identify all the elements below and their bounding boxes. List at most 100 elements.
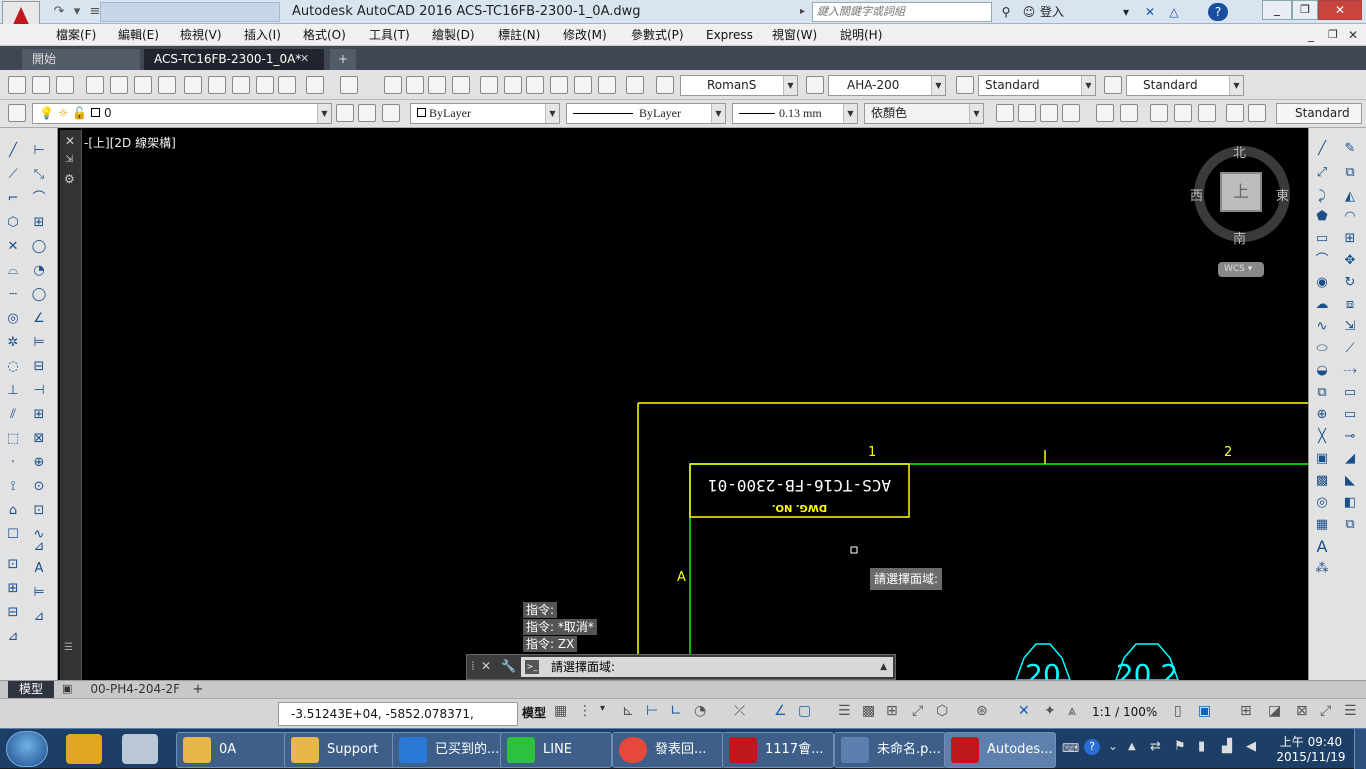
- break-icon[interactable]: ▭: [1341, 406, 1359, 424]
- zoom-window-icon[interactable]: [428, 76, 446, 94]
- menu-format[interactable]: 格式(O): [303, 26, 346, 44]
- trim-icon[interactable]: ⟋: [1341, 340, 1359, 358]
- viewport-settings-icon[interactable]: ⚙: [64, 172, 75, 186]
- tab-model[interactable]: 模型: [8, 681, 54, 698]
- fillet-icon[interactable]: ◣: [1341, 472, 1359, 490]
- circle-icon[interactable]: ◉: [1313, 274, 1331, 292]
- ortho-icon[interactable]: ⊾: [622, 703, 634, 719]
- menu-parametric[interactable]: 參數式(P): [631, 26, 684, 44]
- tray-expand-icon[interactable]: ▲: [1128, 741, 1136, 752]
- make-block-icon[interactable]: ⬚: [4, 430, 22, 448]
- grip-icon[interactable]: ⁞: [471, 659, 475, 673]
- start-button[interactable]: [6, 731, 48, 767]
- layer-states-icon[interactable]: [382, 104, 400, 122]
- layer-previous-icon[interactable]: [358, 104, 376, 122]
- help-icon[interactable]: [626, 76, 644, 94]
- text-style-icon[interactable]: [656, 76, 674, 94]
- viewport-label[interactable]: -[上][2D 線架構]: [84, 134, 176, 151]
- workspace-selector[interactable]: [100, 2, 280, 22]
- isodraft-icon[interactable]: ⤫: [734, 703, 745, 719]
- jogged-dim-icon[interactable]: ◔: [30, 262, 48, 280]
- add-selected-icon[interactable]: ⁂: [1313, 560, 1331, 578]
- linetype-select[interactable]: ByLayer ▼: [566, 103, 726, 124]
- doc-close-button[interactable]: ✕: [1348, 26, 1358, 44]
- taskbar-item[interactable]: 未命名.p...: [834, 732, 946, 768]
- ray-icon[interactable]: ⤢: [1313, 164, 1331, 182]
- dim-edit-icon[interactable]: ⊿: [30, 538, 48, 556]
- mleader-style-select[interactable]: Standard ▼: [1126, 75, 1244, 96]
- close-button[interactable]: ✕: [1318, 0, 1362, 20]
- calculator-icon[interactable]: [598, 76, 616, 94]
- spline-icon[interactable]: ∿: [1313, 318, 1331, 336]
- close-command-icon[interactable]: ✕: [481, 659, 491, 673]
- viewcube-south[interactable]: 南: [1233, 228, 1246, 247]
- join-icon[interactable]: ⊸: [1341, 428, 1359, 446]
- zoom-realtime-icon[interactable]: [406, 76, 424, 94]
- arc-icon[interactable]: ⌓: [4, 262, 22, 280]
- diameter-dim-icon[interactable]: ◯: [30, 286, 48, 304]
- clock-date[interactable]: 2015/11/19: [1274, 750, 1348, 764]
- dim-text-edit-icon[interactable]: A: [30, 560, 48, 578]
- move-icon[interactable]: ✥: [1341, 252, 1359, 270]
- table-style-select[interactable]: Standard ▼: [978, 75, 1096, 96]
- search-expand-icon[interactable]: ▸: [800, 3, 812, 21]
- radius-dim-icon[interactable]: ◯: [30, 238, 48, 256]
- markup-icon[interactable]: [574, 76, 592, 94]
- insert-block-icon[interactable]: ⧉: [1313, 384, 1331, 402]
- clock-time[interactable]: 上午 09:40: [1278, 733, 1344, 750]
- viewcube-west[interactable]: 西: [1190, 185, 1203, 204]
- hatch-edit-icon[interactable]: [1198, 104, 1216, 122]
- offset-icon[interactable]: ◠: [1341, 208, 1359, 226]
- block-editor-icon[interactable]: [278, 76, 296, 94]
- new-tab-button[interactable]: +: [330, 49, 356, 70]
- mtext-icon[interactable]: ⊞: [4, 580, 22, 598]
- device-icon[interactable]: ▮: [1198, 739, 1205, 754]
- arc-icon[interactable]: ⌒: [1313, 252, 1331, 270]
- ellipse-icon[interactable]: ◌: [4, 358, 22, 376]
- object-snap-icon[interactable]: ▢: [798, 703, 811, 719]
- viewport-close-icon[interactable]: ✕: [65, 134, 75, 148]
- array-icon[interactable]: ⊞: [1341, 230, 1359, 248]
- outlook-pinned-icon[interactable]: [66, 734, 102, 764]
- spline-icon[interactable]: ✲: [4, 334, 22, 352]
- ordinate-icon[interactable]: ⊞: [30, 214, 48, 232]
- make-block-icon[interactable]: ⊕: [1313, 406, 1331, 424]
- aligned-dim-icon[interactable]: ⤡: [30, 166, 48, 184]
- 3d-dwf-icon[interactable]: [158, 76, 176, 94]
- match-properties-icon[interactable]: [256, 76, 274, 94]
- mleader-style-icon[interactable]: [1104, 76, 1122, 94]
- coordinates-display[interactable]: -3.51243E+04, -5852.078371, 0.000000: [278, 702, 518, 743]
- copy-icon[interactable]: [208, 76, 226, 94]
- dynamic-input-icon[interactable]: ⊢: [646, 703, 658, 719]
- save-icon[interactable]: [56, 76, 74, 94]
- add-layout-button[interactable]: +: [188, 681, 208, 698]
- exchange-icon[interactable]: ✕: [1140, 3, 1160, 21]
- search-input[interactable]: 鍵入關鍵字或詞組: [812, 2, 992, 22]
- drawing-canvas[interactable]: 1 2 A ACS-TC16-FB-2300-01 DWG. NO. 請選擇面域…: [58, 128, 1308, 680]
- tolerance-icon[interactable]: ⊕: [30, 454, 48, 472]
- viewport-object-icon[interactable]: [1062, 104, 1080, 122]
- viewport-polygon-icon[interactable]: [1040, 104, 1058, 122]
- table-icon[interactable]: ⊡: [4, 556, 22, 574]
- menu-tools[interactable]: 工具(T): [369, 26, 410, 44]
- redo-icon[interactable]: [340, 76, 358, 94]
- volume-icon[interactable]: ◀: [1246, 739, 1256, 754]
- sync-icon[interactable]: ⇄: [1150, 739, 1161, 754]
- signin-button[interactable]: 登入: [1040, 3, 1080, 21]
- annotation-scale[interactable]: 1:1 / 100%: [1092, 705, 1157, 719]
- angular-dim-icon[interactable]: ∠: [30, 310, 48, 328]
- polygon-icon[interactable]: ⬡: [4, 214, 22, 232]
- polyline-edit-icon[interactable]: [1150, 104, 1168, 122]
- command-history-toggle-icon[interactable]: ▲: [880, 657, 887, 677]
- taskbar-item-active[interactable]: Autodes...: [944, 732, 1056, 768]
- signin-dropdown-icon[interactable]: ▾: [1120, 3, 1132, 21]
- point-icon[interactable]: ╳: [1313, 428, 1331, 446]
- viewcube-top-face[interactable]: 上: [1220, 172, 1262, 212]
- menu-modify[interactable]: 修改(M): [563, 26, 607, 44]
- snap-icon[interactable]: ⋮: [578, 703, 592, 719]
- restore-button[interactable]: ❐: [1292, 0, 1318, 20]
- network-icon[interactable]: ▟: [1222, 739, 1232, 754]
- cut-icon[interactable]: [184, 76, 202, 94]
- color-select[interactable]: ByLayer ▼: [410, 103, 560, 124]
- erase-icon[interactable]: ✎: [1341, 140, 1359, 158]
